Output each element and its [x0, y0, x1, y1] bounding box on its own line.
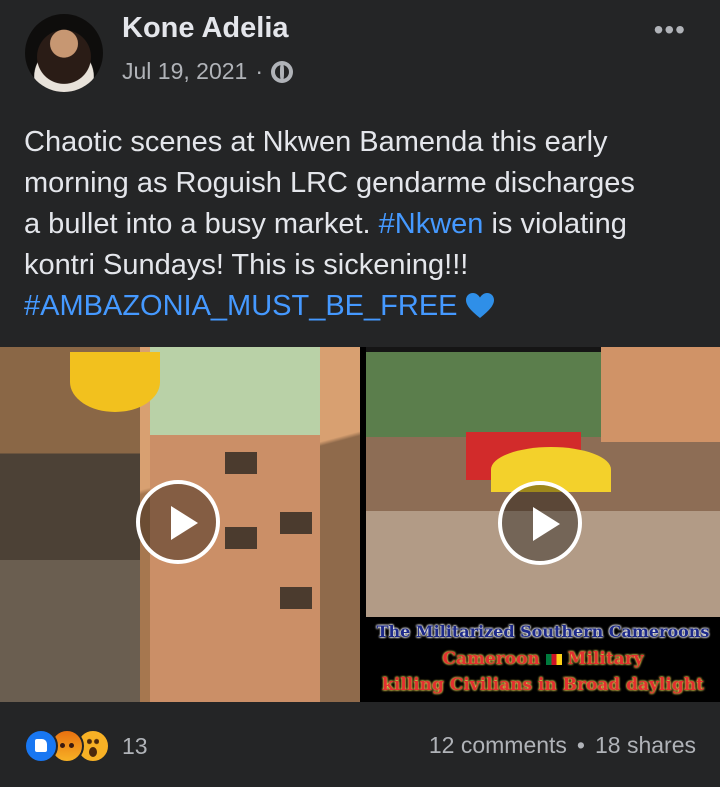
post-text-line: kontri Sundays! This is sickening!!!: [24, 249, 469, 281]
reactions-summary[interactable]: 13: [24, 729, 148, 763]
cameroon-flag-icon: [545, 654, 562, 665]
post-text-line: Chaotic scenes at Nkwen Bamenda this ear…: [24, 126, 608, 158]
building-image: [150, 435, 320, 702]
umbrella-image: [70, 352, 160, 412]
hashtag-link[interactable]: #AMBAZONIA_MUST_BE_FREE: [24, 290, 458, 322]
play-icon[interactable]: [136, 480, 220, 564]
post-header: Kone Adelia Jul 19, 2021 · •••: [0, 0, 720, 110]
caption-segment: Cameroon: [442, 649, 546, 669]
reaction-count: 13: [122, 732, 148, 759]
caption-segment: Military: [561, 649, 644, 669]
post-date[interactable]: Jul 19, 2021: [122, 58, 247, 85]
caption-line: Cameroon Military: [366, 649, 720, 669]
post-footer: 13 12 comments • 18 shares: [0, 702, 720, 787]
sky-image: [150, 347, 320, 437]
post-text-segment: is violating: [483, 208, 627, 240]
caption-line: The Militarized Southern Cameroons: [376, 622, 710, 641]
stats-separator: •: [576, 732, 585, 758]
media-grid: The Militarized Southern Cameroons Camer…: [0, 347, 720, 702]
window: [280, 587, 312, 609]
window: [225, 527, 257, 549]
shares-count[interactable]: 18 shares: [595, 732, 696, 759]
window: [280, 512, 312, 534]
post-text-line: #AMBAZONIA_MUST_BE_FREE: [24, 286, 704, 327]
video-thumbnail[interactable]: The Militarized Southern Cameroons Camer…: [366, 347, 720, 702]
post-text-line: morning as Roguish LRC gendarme discharg…: [24, 167, 635, 199]
like-reaction-icon: [24, 729, 58, 763]
video-thumbnail[interactable]: [0, 347, 360, 702]
hashtag-link[interactable]: #Nkwen: [379, 208, 484, 240]
building-image: [601, 347, 720, 442]
video-caption: The Militarized Southern Cameroons Camer…: [366, 617, 720, 702]
post-text-segment: a bullet into a busy market.: [24, 208, 379, 240]
comments-count[interactable]: 12 comments: [429, 732, 567, 759]
window: [225, 452, 257, 474]
blue-heart-icon: [465, 293, 494, 318]
meta-separator: ·: [255, 58, 263, 84]
avatar[interactable]: [25, 14, 103, 92]
post-text: Chaotic scenes at Nkwen Bamenda this ear…: [24, 122, 704, 327]
caption-line: killing Civilians in Broad daylight: [382, 675, 704, 695]
play-icon[interactable]: [498, 481, 582, 565]
globe-icon: [271, 60, 293, 83]
author-name[interactable]: Kone Adelia: [122, 12, 289, 45]
engagement-stats: 12 comments • 18 shares: [429, 732, 696, 759]
post-text-line: a bullet into a busy market. #Nkwen is v…: [24, 204, 704, 245]
post-meta: Jul 19, 2021 ·: [122, 58, 293, 85]
more-options-icon[interactable]: •••: [654, 14, 686, 46]
